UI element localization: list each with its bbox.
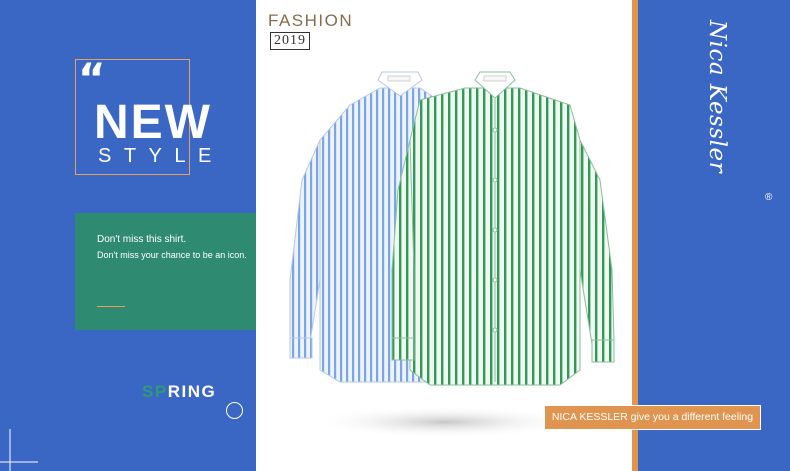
quote-mark: “ [78,54,106,103]
season-label-rest: RING [167,382,217,401]
headline-style: STYLE [98,145,224,167]
crosshair-decoration [0,429,38,471]
shirt-shadow [310,406,580,438]
season-label: SPRING [142,382,216,402]
brand-logo-vertical: Nica Kessler [704,20,730,174]
promo-box: Don't miss this shirt. Don't miss your c… [75,213,256,330]
headline-new: NEW [94,96,212,149]
registered-icon: ® [765,192,773,203]
promo-line-1: Don't miss this shirt. [97,234,187,245]
circle-icon [226,402,243,419]
promo-line-2: Don't miss your chance to be an icon. [97,250,247,260]
green-shirt [391,71,615,386]
fashion-label: FASHION [268,11,354,30]
year-badge: 2019 [270,32,310,50]
shirts-image [289,71,615,438]
brand-tagline: NICA KESSLER give you a different feelin… [544,405,761,430]
promo-divider [97,306,125,307]
season-label-highlight: SP [142,382,168,401]
